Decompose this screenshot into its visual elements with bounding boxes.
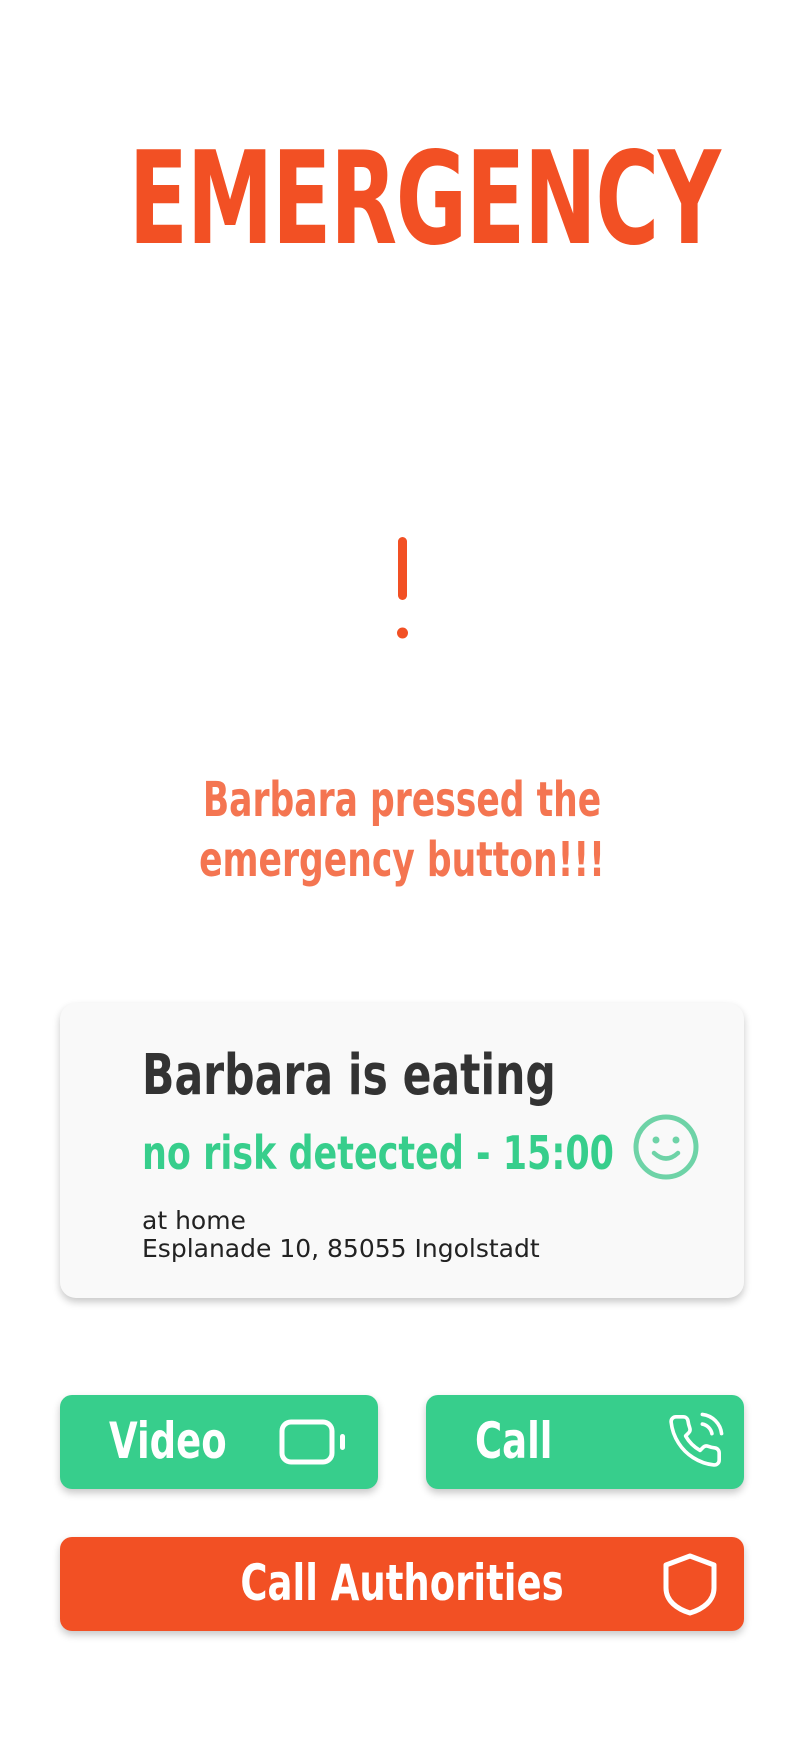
- address: Esplanade 10, 85055 Ingolstadt: [142, 1234, 540, 1263]
- alert-message: Barbara pressed the emergency button!!!: [113, 770, 692, 890]
- status-card-title: Barbara is eating: [142, 1043, 556, 1108]
- video-button-label: Video: [109, 1412, 227, 1470]
- shield-icon: [663, 1553, 717, 1616]
- smiley-icon: [633, 1114, 699, 1180]
- call-button-label: Call: [475, 1412, 553, 1470]
- alert-message-line1: Barbara pressed the: [202, 772, 602, 828]
- location-info: at home Esplanade 10, 85055 Ingolstadt: [142, 1207, 540, 1263]
- alert-message-line2: emergency button!!!: [199, 832, 605, 888]
- risk-status: no risk detected - 15:00: [142, 1126, 614, 1180]
- video-button[interactable]: Video: [60, 1395, 378, 1489]
- exclamation-icon: [397, 537, 408, 639]
- phone-call-icon: [669, 1412, 724, 1467]
- call-authorities-button[interactable]: Call Authorities: [60, 1537, 744, 1631]
- page-title: EMERGENCY: [128, 125, 721, 274]
- call-button[interactable]: Call: [426, 1395, 744, 1489]
- status-card: Barbara is eating no risk detected - 15:…: [60, 1003, 744, 1298]
- video-camera-icon: [279, 1419, 345, 1465]
- location-label: at home: [142, 1206, 246, 1235]
- call-authorities-label: Call Authorities: [240, 1554, 564, 1612]
